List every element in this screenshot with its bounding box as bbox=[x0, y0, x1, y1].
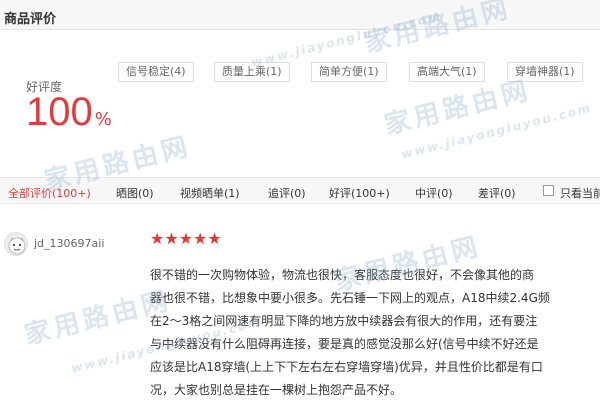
tab-positive[interactable]: 好评(100+) bbox=[329, 185, 390, 201]
watermark-text: 家用路由网 bbox=[331, 231, 485, 297]
tab-video[interactable]: 视频晒单(1) bbox=[180, 185, 240, 201]
tab-neutral[interactable]: 中评(0) bbox=[415, 185, 453, 201]
current-only-label[interactable]: 只看当前 bbox=[560, 185, 600, 201]
review-text-line: 器也很不错，比想象中要小很多。先石锤一下网上的观点，A18中续2.4G频 bbox=[150, 291, 550, 305]
avatar[interactable] bbox=[4, 232, 28, 256]
filter-bar: 全部评价(100+) 晒图(0) 视频晒单(1) 追评(0) 好评(100+) … bbox=[0, 177, 600, 204]
review-text-line: 很不错的一次购物体验，物流也很快，客服态度也很好，不会像其他的商 bbox=[150, 268, 535, 282]
review-text-line: 况，大家也别总是挂在一棵树上抱怨产品不好。 bbox=[150, 383, 403, 397]
current-only-checkbox[interactable] bbox=[543, 185, 554, 196]
username[interactable]: jd_130697aii bbox=[34, 237, 104, 250]
review-text-line: 与中续器没有什么阻碍再连接，要是真的感觉没那么好(信号中续不好还是 bbox=[150, 337, 539, 351]
section-header: 商品评价 bbox=[0, 0, 600, 30]
tag-simple[interactable]: 简单方便(1) bbox=[311, 62, 387, 82]
tab-follow-up[interactable]: 追评(0) bbox=[268, 185, 306, 201]
tag-quality[interactable]: 质量上乘(1) bbox=[214, 62, 290, 82]
review-text-line: 应该是比A18穿墙(上上下下左右左右穿墙穿墙)优异，并且性价比都是有口 bbox=[150, 360, 543, 374]
tab-all-reviews[interactable]: 全部评价(100+) bbox=[8, 185, 91, 201]
watermark-url: www.jiayongluyou.com bbox=[400, 100, 594, 162]
tab-photos[interactable]: 晒图(0) bbox=[116, 185, 154, 201]
tag-high-end[interactable]: 高端大气(1) bbox=[409, 62, 485, 82]
section-title: 商品评价 bbox=[4, 12, 57, 27]
tab-negative[interactable]: 差评(0) bbox=[478, 185, 516, 201]
rating-number: 100 bbox=[26, 90, 93, 134]
tag-signal-stable[interactable]: 信号稳定(4) bbox=[118, 62, 194, 82]
star-rating: ★★★★★ bbox=[150, 229, 222, 248]
rating-value: 100% bbox=[26, 92, 112, 132]
rating-unit: % bbox=[94, 109, 112, 130]
review-text-line: 在2～3格之间网速有明显下降的地方放中续器会有很大的作用，还有要注 bbox=[150, 314, 538, 328]
tag-wall-penetration[interactable]: 穿墙神器(1) bbox=[507, 62, 583, 82]
